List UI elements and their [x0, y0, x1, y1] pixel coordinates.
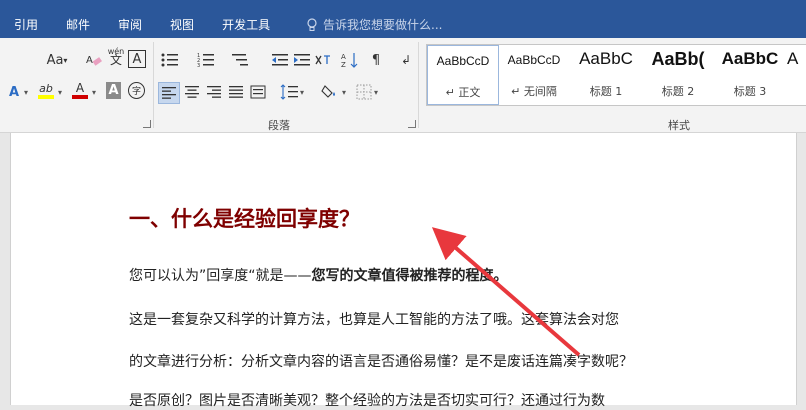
style-name: 标题 2: [661, 85, 695, 98]
justify-icon[interactable]: [226, 82, 246, 102]
chevron-down-icon: ▾: [300, 88, 305, 97]
highlight-label: ab: [39, 81, 53, 95]
show-formatting-marks-icon[interactable]: ¶: [366, 50, 386, 70]
group-separator: [418, 42, 419, 128]
style-no-spacing[interactable]: AaBbCcD ↵ 无间隔: [499, 45, 569, 103]
chevron-down-icon: ▾: [92, 88, 97, 97]
char-border-label: A: [132, 51, 142, 67]
tell-me-box[interactable]: 告诉我您想要做什么...: [306, 14, 442, 36]
style-name: 标题 1: [589, 85, 623, 98]
decrease-indent-icon[interactable]: [270, 50, 290, 70]
highlight-bar: [38, 94, 54, 99]
svg-text:A: A: [86, 55, 93, 66]
paragraph-dialog-launcher-icon[interactable]: [408, 120, 416, 128]
document-page[interactable]: 一、什么是经验回享度？ 您可以认为”回享度“就是——您写的文章值得被推荐的程度。…: [10, 133, 797, 409]
chevron-down-icon: ▾: [342, 88, 347, 97]
svg-text:A: A: [341, 53, 346, 61]
style-normal[interactable]: AaBbCcD ↵ 正文: [427, 45, 499, 105]
tab-view[interactable]: 视图: [156, 14, 208, 36]
char-shading-label: A: [108, 83, 119, 98]
font-size-label-button[interactable]: Aa ▾: [42, 50, 72, 70]
styles-gallery: AaBbCcD ↵ 正文 AaBbCcD ↵ 无间隔 AaBbC 标题 1 Aa…: [426, 44, 806, 106]
font-dialog-launcher-icon[interactable]: [143, 120, 151, 128]
font-color-icon[interactable]: A: [70, 80, 90, 100]
paragraph-group-label: 段落: [268, 119, 290, 132]
chevron-down-icon: ▾: [374, 88, 379, 97]
lightbulb-icon: [307, 18, 317, 31]
phonetic-guide-icon[interactable]: wén 文: [106, 46, 126, 66]
tab-mailings[interactable]: 邮件: [52, 14, 104, 36]
distributed-icon[interactable]: [248, 82, 268, 102]
text-direction-icon[interactable]: ↲: [396, 50, 416, 70]
style-sample: A: [787, 49, 799, 68]
numbering-icon[interactable]: 123: [196, 50, 216, 70]
style-sample: AaBbCcD: [507, 53, 561, 67]
enclose-characters-icon[interactable]: 字: [128, 82, 145, 99]
style-name: ↵ 无间隔: [511, 85, 557, 98]
enclose-label: 字: [131, 87, 141, 97]
tab-review[interactable]: 审阅: [104, 14, 156, 36]
font-size-label: Aa: [46, 52, 64, 68]
bullets-icon[interactable]: [160, 50, 180, 70]
text-effect-label: A: [8, 84, 20, 100]
tab-developer[interactable]: 开发工具: [208, 14, 284, 36]
style-heading-2[interactable]: AaBb( 标题 2: [643, 45, 713, 103]
character-border-icon[interactable]: A: [128, 50, 146, 68]
style-heading-3[interactable]: AaBbC 标题 3: [715, 45, 785, 103]
chinese-layout-icon[interactable]: [314, 50, 334, 70]
style-more[interactable]: A: [787, 45, 806, 103]
style-sample: AaBb(: [651, 49, 705, 69]
style-name: 标题 3: [733, 85, 767, 98]
style-name: ↵ 正文: [445, 86, 481, 99]
chevron-down-icon: ▾: [63, 55, 68, 65]
borders-icon[interactable]: [354, 82, 374, 102]
styles-group-label: 样式: [668, 119, 690, 132]
group-separator: [153, 42, 154, 128]
svg-text:Z: Z: [341, 61, 346, 68]
increase-indent-icon[interactable]: [292, 50, 312, 70]
tell-me-text: 告诉我您想要做什么...: [323, 18, 443, 32]
text-effects-icon[interactable]: A: [4, 82, 24, 102]
highlight-color-icon[interactable]: ab: [36, 80, 56, 100]
annotation-arrow-icon: [431, 227, 581, 357]
sort-icon[interactable]: AZ: [340, 50, 360, 70]
font-color-label: A: [75, 81, 85, 95]
align-center-icon[interactable]: [182, 82, 202, 102]
chevron-down-icon: ▾: [24, 88, 29, 97]
title-bar: 引用 邮件 审阅 视图 开发工具 告诉我您想要做什么...: [0, 0, 806, 38]
ribbon-tabs: 引用 邮件 审阅 视图 开发工具: [0, 14, 284, 36]
align-right-icon[interactable]: [204, 82, 224, 102]
style-sample: AaBbCcD: [436, 54, 490, 68]
style-heading-1[interactable]: AaBbC 标题 1: [571, 45, 641, 103]
multilevel-list-icon[interactable]: [230, 50, 250, 70]
character-shading-icon[interactable]: A: [106, 82, 121, 99]
shading-icon[interactable]: [320, 82, 340, 102]
style-sample: AaBbC: [579, 49, 633, 68]
svg-text:3: 3: [197, 63, 200, 68]
style-sample: AaBbC: [721, 49, 779, 68]
align-left-icon[interactable]: [158, 82, 180, 104]
phonetic-bottom: 文: [109, 53, 122, 67]
line-spacing-icon[interactable]: [280, 82, 300, 102]
tab-references[interactable]: 引用: [0, 14, 52, 36]
font-color-bar: [72, 95, 88, 99]
chevron-down-icon: ▾: [58, 88, 63, 97]
eraser-icon[interactable]: A: [84, 50, 104, 70]
